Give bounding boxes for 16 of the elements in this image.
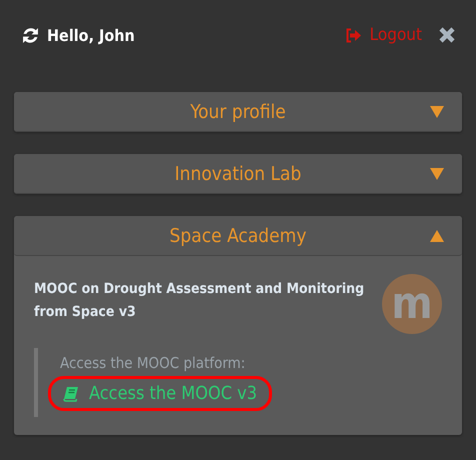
access-link[interactable]: Access the MOOC v3 — [48, 376, 272, 411]
course-logo: m — [382, 274, 442, 334]
close-icon[interactable] — [438, 26, 456, 44]
logout-link[interactable]: Logout — [344, 25, 422, 45]
course-title: MOOC on Drought Assessment and Monitoring from Space v3 — [34, 280, 366, 322]
refresh-icon[interactable] — [22, 26, 39, 44]
section-header[interactable]: Innovation Lab — [14, 154, 462, 194]
collapse-icon — [430, 230, 444, 242]
access-prompt: Access the MOOC platform: — [59, 354, 246, 372]
expand-icon — [430, 106, 444, 118]
book-icon — [63, 386, 79, 402]
greeting: Hello, John — [47, 26, 136, 44]
section-header[interactable]: Space Academy — [14, 216, 462, 256]
logout-icon — [344, 28, 362, 42]
expand-icon — [430, 168, 444, 180]
section-header[interactable]: Your profile — [14, 92, 462, 132]
